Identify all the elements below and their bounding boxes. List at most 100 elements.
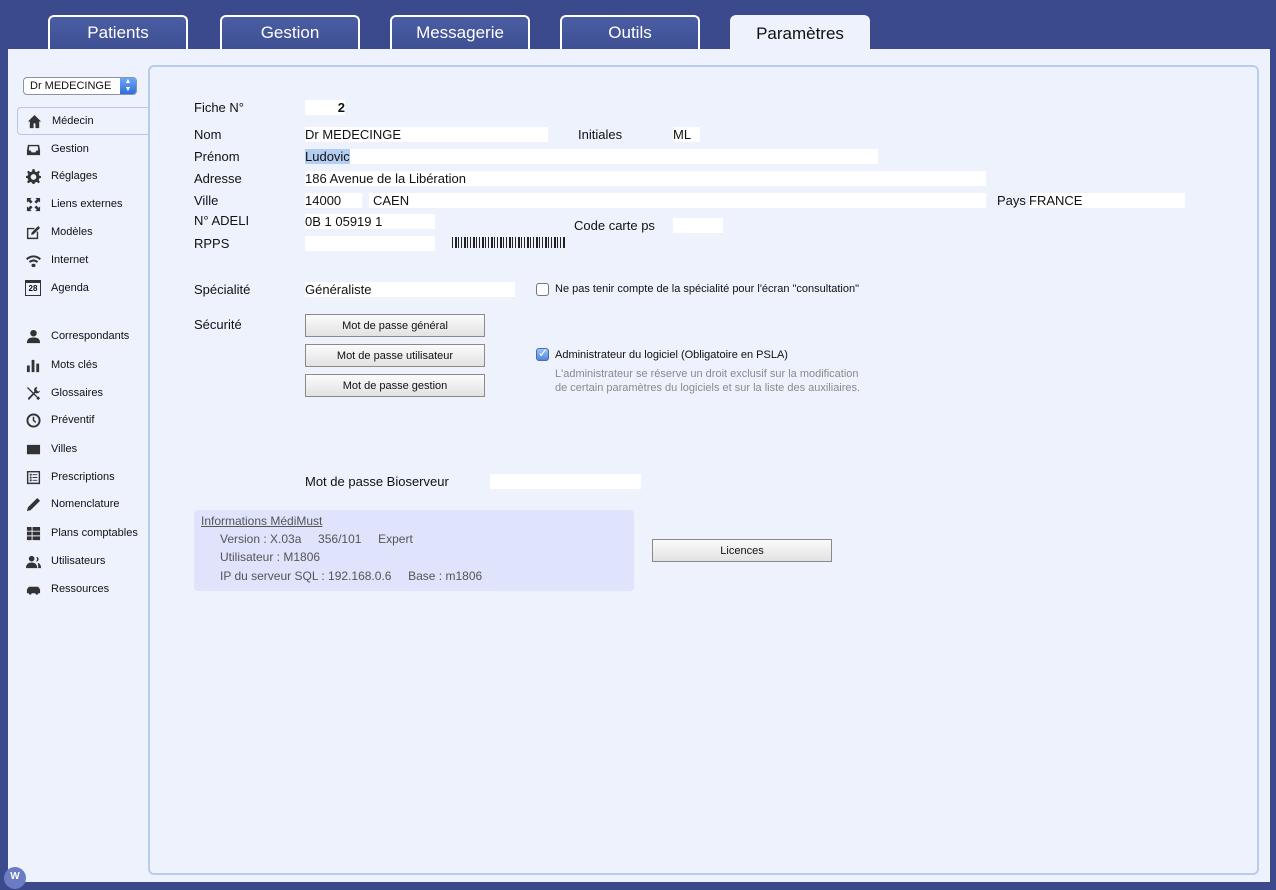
pays-label: Pays <box>997 193 1026 208</box>
specialite-label: Spécialité <box>194 282 251 297</box>
gear-icon <box>25 168 41 184</box>
admin-checkbox[interactable] <box>536 346 549 361</box>
code-carte-label: Code carte ps <box>574 218 655 233</box>
doctor-select[interactable]: Dr MEDECINGE ▲ ▼ <box>23 77 137 95</box>
fiche-number-field[interactable]: 2 <box>305 100 345 115</box>
users-icon <box>25 553 41 569</box>
app-logo: W <box>4 867 26 889</box>
password-general-button[interactable]: Mot de passe général <box>305 314 485 337</box>
sidebar-item-label: Nomenclature <box>51 498 120 510</box>
specialite-field[interactable]: Généraliste <box>305 282 515 297</box>
sidebar-item-internet[interactable]: Internet <box>17 247 150 273</box>
expand-icon <box>25 196 41 212</box>
sidebar-item-label: Internet <box>51 254 89 266</box>
doctor-select-value: Dr MEDECINGE <box>30 80 112 92</box>
securite-label: Sécurité <box>194 317 242 332</box>
rpps-field[interactable] <box>305 236 435 251</box>
sidebar-item-utilisateurs[interactable]: Utilisateurs <box>17 548 150 574</box>
admin-note-line-2: de certain paramètres du logiciels et su… <box>555 382 861 394</box>
info-title-link[interactable]: Informations MédiMust <box>201 514 322 528</box>
sidebar-item-liens-externes[interactable]: Liens externes <box>17 191 150 217</box>
car-icon <box>25 581 41 597</box>
adresse-label: Adresse <box>194 171 242 186</box>
sidebar-item-reglages[interactable]: Réglages <box>17 163 150 189</box>
password-user-button[interactable]: Mot de passe utilisateur <box>305 344 485 367</box>
initiales-field[interactable]: ML <box>673 127 700 142</box>
calendar-icon: 28 <box>25 280 41 296</box>
sidebar-item-label: Mots clés <box>51 359 98 371</box>
code-postal-field[interactable]: 14000 <box>305 193 362 208</box>
prenom-field[interactable]: Ludovic <box>305 149 878 164</box>
prenom-selected-text: Ludovic <box>305 149 350 164</box>
sidebar-item-medecin[interactable]: Médecin <box>17 107 150 135</box>
sidebar-item-label: Médecin <box>52 115 94 127</box>
info-utilisateur: Utilisateur : M1806 <box>220 550 321 564</box>
bioserveur-password-field[interactable] <box>490 474 641 489</box>
sidebar-item-ressources[interactable]: Ressources <box>17 576 150 602</box>
adeli-label: N° ADELI <box>194 213 250 228</box>
person-icon <box>25 328 41 344</box>
pencil-icon <box>25 496 41 512</box>
sidebar-item-label: Réglages <box>51 170 98 182</box>
sidebar-item-glossaires[interactable]: Glossaires <box>17 380 150 406</box>
sidebar-item-preventif[interactable]: Préventif <box>17 407 150 433</box>
sidebar-item-label: Plans comptables <box>51 527 138 539</box>
sidebar-item-villes[interactable]: Villes <box>17 436 150 462</box>
adeli-field[interactable]: 0B 1 05919 1 <box>305 214 435 229</box>
sidebar-item-label: Liens externes <box>51 198 123 210</box>
admin-note-line-1: L'administrateur se réserve un droit exc… <box>555 368 859 380</box>
tab-patients[interactable]: Patients <box>48 15 188 49</box>
code-carte-field[interactable] <box>673 218 723 233</box>
sidebar-item-modeles[interactable]: Modèles <box>17 219 150 245</box>
ignore-specialite-checkbox[interactable] <box>536 283 549 296</box>
sidebar-item-mots-cles[interactable]: Mots clés <box>17 352 150 378</box>
ville-field[interactable]: CAEN <box>369 193 986 208</box>
tools-icon <box>25 385 41 401</box>
ville-label: Ville <box>194 193 219 208</box>
sidebar-item-gestion[interactable]: Gestion <box>17 136 150 162</box>
info-ip-serveur: IP du serveur SQL : 192.168.0.6 Base : m… <box>220 569 483 583</box>
sidebar-item-label: Ressources <box>51 583 110 595</box>
rpps-label: RPPS <box>194 236 230 251</box>
info-version: Version : X.03a 356/101 Expert <box>220 532 413 546</box>
nom-label: Nom <box>194 127 222 142</box>
edit-icon <box>25 224 41 240</box>
content-panel <box>148 65 1259 875</box>
sidebar-item-agenda[interactable]: 28 Agenda <box>17 275 150 301</box>
adresse-field[interactable]: 186 Avenue de la Libération <box>305 171 986 186</box>
list-icon <box>25 469 41 485</box>
updown-arrows-icon: ▲ ▼ <box>120 78 136 94</box>
licences-button[interactable]: Licences <box>652 539 832 562</box>
admin-checkbox-label: Administrateur du logiciel (Obligatoire … <box>555 349 788 361</box>
ignore-specialite-label: Ne pas tenir compte de la spécialité pou… <box>555 283 860 295</box>
table-icon <box>25 525 41 541</box>
sidebar-item-label: Villes <box>51 443 78 455</box>
tab-parametres[interactable]: Paramètres <box>730 15 870 51</box>
bar-chart-icon <box>25 357 41 373</box>
sidebar-item-prescriptions[interactable]: Prescriptions <box>17 464 150 490</box>
pays-field[interactable]: FRANCE <box>1029 193 1185 208</box>
nom-field[interactable]: Dr MEDECINGE <box>305 127 548 142</box>
barcode-icon <box>452 237 565 248</box>
clock-icon <box>25 412 41 428</box>
sidebar-item-label: Gestion <box>51 143 89 155</box>
sidebar-item-plans-comptables[interactable]: Plans comptables <box>17 520 150 546</box>
password-gestion-button[interactable]: Mot de passe gestion <box>305 374 485 397</box>
sidebar-item-label: Correspondants <box>51 330 130 342</box>
envelope-icon <box>25 441 41 457</box>
tab-messagerie[interactable]: Messagerie <box>390 15 530 49</box>
tab-outils[interactable]: Outils <box>560 15 700 49</box>
sidebar-item-label: Préventif <box>51 414 95 426</box>
bioserveur-label: Mot de passe Bioserveur <box>305 474 449 489</box>
calendar-day-badge: 28 <box>28 284 38 293</box>
sidebar-item-label: Prescriptions <box>51 471 115 483</box>
tab-gestion[interactable]: Gestion <box>220 15 360 49</box>
sidebar-item-label: Modèles <box>51 226 93 238</box>
sidebar-item-label: Agenda <box>51 282 89 294</box>
sidebar-item-correspondants[interactable]: Correspondants <box>17 323 150 349</box>
initiales-label: Initiales <box>578 127 623 142</box>
sidebar-item-nomenclature[interactable]: Nomenclature <box>17 491 150 517</box>
wifi-icon <box>25 252 41 268</box>
sidebar-item-label: Glossaires <box>51 387 103 399</box>
home-icon <box>26 113 42 129</box>
